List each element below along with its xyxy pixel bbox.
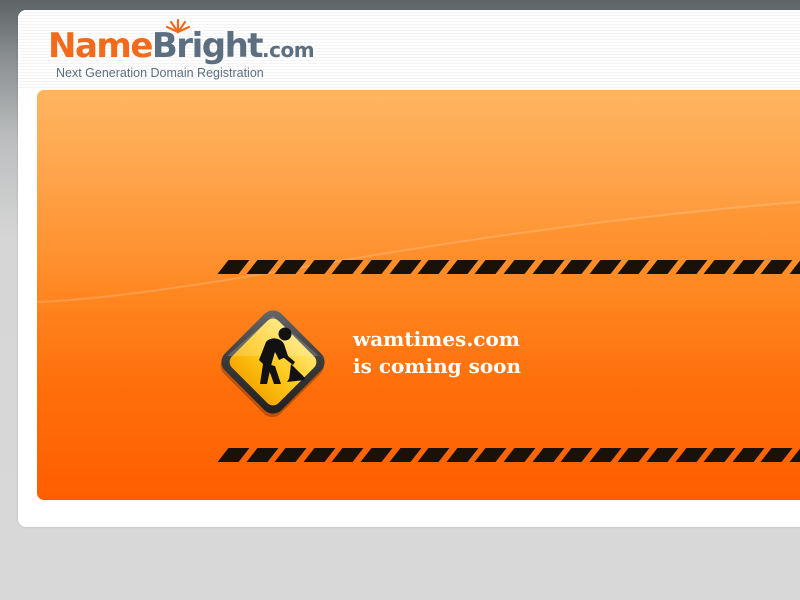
hazard-stripe: [474, 448, 507, 462]
hazard-stripe: [589, 260, 622, 274]
hazard-stripe: [503, 260, 536, 274]
hazard-stripe: [389, 448, 422, 462]
hazard-stripe: [646, 448, 679, 462]
construction-worker-sign-icon: [220, 310, 325, 418]
hazard-stripe: [360, 260, 393, 274]
hazard-stripe: [246, 260, 279, 274]
hazard-stripe: [617, 448, 650, 462]
hazard-stripe: [532, 448, 565, 462]
tagline: Next Generation Domain Registration: [56, 66, 264, 80]
hazard-stripe: [446, 260, 479, 274]
hazard-stripe: [732, 260, 765, 274]
hazard-stripe: [217, 260, 250, 274]
hazard-stripe: [417, 448, 450, 462]
hazard-stripe: [703, 448, 736, 462]
hazard-stripe: [760, 448, 793, 462]
hazard-stripe: [675, 448, 708, 462]
coming-soon-panel: wamtimes.com is coming soon: [37, 90, 800, 500]
header: NameBright.com Next Generation Domain Re…: [18, 10, 800, 90]
hazard-stripe: [246, 448, 279, 462]
hazard-stripe: [617, 260, 650, 274]
hazard-stripe: [360, 448, 393, 462]
domain-name: wamtimes.com: [353, 327, 520, 351]
hazard-stripes-bottom: [217, 448, 800, 462]
logo-name-text: Name: [48, 26, 153, 66]
hazard-stripe: [732, 448, 765, 462]
hazard-stripe: [274, 448, 307, 462]
coming-soon-message: wamtimes.com is coming soon: [353, 326, 521, 380]
hazard-stripe: [703, 260, 736, 274]
hazard-stripe: [274, 260, 307, 274]
hazard-stripe: [789, 260, 800, 274]
status-text: is coming soon: [353, 354, 522, 378]
hazard-stripe: [646, 260, 679, 274]
namebright-logo[interactable]: NameBright.com Next Generation Domain Re…: [48, 18, 315, 84]
panel-gloss: [37, 90, 800, 303]
hazard-stripe: [417, 260, 450, 274]
hazard-stripe: [789, 448, 800, 462]
hazard-stripe: [389, 260, 422, 274]
hazard-stripe: [303, 260, 336, 274]
hazard-stripe: [560, 260, 593, 274]
hazard-stripe: [760, 260, 793, 274]
main-card: NameBright.com Next Generation Domain Re…: [18, 10, 800, 527]
hazard-stripe: [331, 260, 364, 274]
sunburst-icon: [165, 18, 191, 34]
hazard-stripe: [589, 448, 622, 462]
hazard-stripe: [560, 448, 593, 462]
hazard-stripe: [675, 260, 708, 274]
hazard-stripe: [474, 260, 507, 274]
hazard-stripe: [303, 448, 336, 462]
logo-tld-text: .com: [262, 38, 315, 62]
hazard-stripe: [331, 448, 364, 462]
hazard-stripe: [503, 448, 536, 462]
hazard-stripe: [532, 260, 565, 274]
hazard-stripes-top: [217, 260, 800, 274]
hazard-stripe: [446, 448, 479, 462]
hazard-stripe: [217, 448, 250, 462]
